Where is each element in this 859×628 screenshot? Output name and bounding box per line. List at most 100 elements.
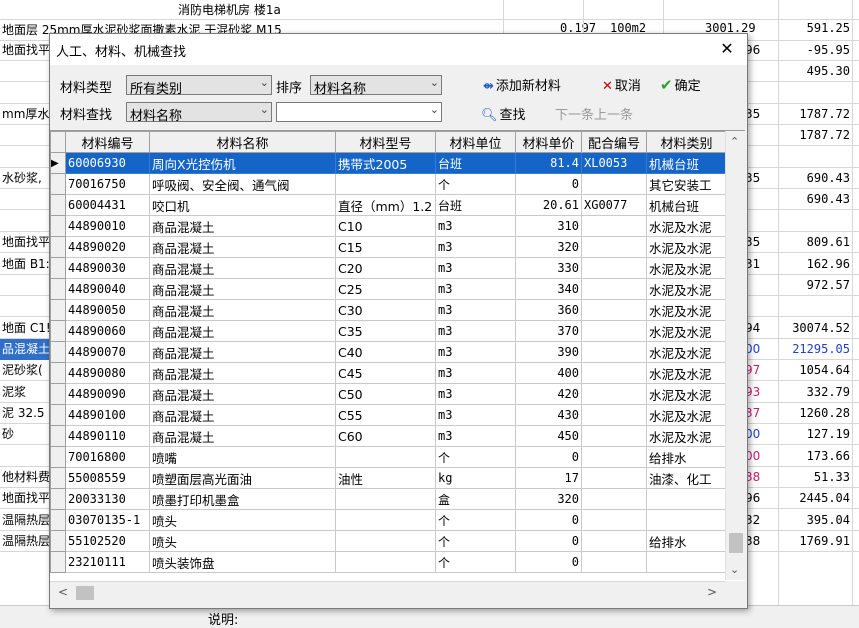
cell-price[interactable]: 420 — [515, 383, 582, 405]
cell-mix[interactable] — [581, 320, 647, 342]
vertical-scrollbar[interactable]: ⌃ ⌄ — [725, 131, 746, 580]
cell-mix[interactable] — [581, 236, 647, 258]
cell-price[interactable]: 0 — [515, 446, 582, 468]
col-header-price[interactable]: 材料单价 — [515, 131, 582, 153]
ok-button[interactable]: ✔ 确定 — [660, 75, 701, 94]
cell-price[interactable]: 330 — [515, 257, 582, 279]
cell-name[interactable]: 喷嘴 — [149, 446, 336, 468]
cell-category[interactable] — [646, 551, 727, 573]
cell-code[interactable]: 03070135-1 — [65, 509, 150, 531]
chevron-up-icon[interactable]: ⌃ — [730, 135, 739, 148]
table-row[interactable]: 44890050 商品混凝土 C30 m3 360 水泥及水泥 — [50, 299, 727, 321]
table-row[interactable]: 03070135-1 喷头 个 0 — [50, 509, 727, 531]
next-prev-button[interactable]: 下一条上一条 — [555, 104, 633, 123]
col-header-category[interactable]: 材料类别 — [646, 131, 727, 153]
cancel-button[interactable]: ✕ 取消 — [602, 75, 641, 94]
row-header[interactable] — [50, 320, 66, 342]
cell-code[interactable]: 44890040 — [65, 278, 150, 300]
chevron-left-icon[interactable]: < — [58, 585, 68, 599]
row-header[interactable] — [50, 551, 66, 573]
cell-unit[interactable]: m3 — [435, 236, 516, 258]
cell-name[interactable]: 喷头装饰盘 — [149, 551, 336, 573]
cell-mix[interactable] — [581, 425, 647, 447]
cell-name[interactable]: 商品混凝土 — [149, 404, 336, 426]
row-header[interactable] — [50, 236, 66, 258]
row-header[interactable] — [50, 530, 66, 552]
cell-unit[interactable]: m3 — [435, 425, 516, 447]
cell-name[interactable]: 商品混凝土 — [149, 299, 336, 321]
col-header-unit[interactable]: 材料单位 — [435, 131, 516, 153]
col-header-model[interactable]: 材料型号 — [335, 131, 436, 153]
cell-mix[interactable] — [581, 362, 647, 384]
row-header[interactable] — [50, 299, 66, 321]
table-row[interactable]: 44890040 商品混凝土 C25 m3 340 水泥及水泥 — [50, 278, 727, 300]
cell-price[interactable]: 20.61 — [515, 194, 582, 216]
cell-category[interactable] — [646, 509, 727, 531]
cell-category[interactable]: 水泥及水泥 — [646, 257, 727, 279]
cell-unit[interactable]: 台班 — [435, 152, 516, 174]
cell-name[interactable]: 商品混凝土 — [149, 362, 336, 384]
cell-mix[interactable]: XL0053 — [581, 152, 647, 174]
table-row[interactable]: ▶ 60006930 周向X光控伤机 携带式2005 台班 81.4 XL0053 机械台班 — [50, 152, 727, 174]
cell-model[interactable] — [335, 509, 436, 531]
cell-mix[interactable]: XG0077 — [581, 194, 647, 216]
cell-unit[interactable]: m3 — [435, 320, 516, 342]
cell-price[interactable]: 400 — [515, 362, 582, 384]
sort-select[interactable]: 材料名称 ⌄ — [310, 75, 442, 97]
cell-unit[interactable]: 个 — [435, 551, 516, 573]
table-row[interactable]: 44890020 商品混凝土 C15 m3 320 水泥及水泥 — [50, 236, 727, 258]
cell-code[interactable]: 44890070 — [65, 341, 150, 363]
row-header[interactable] — [50, 362, 66, 384]
row-header[interactable] — [50, 404, 66, 426]
col-header-code[interactable]: 材料编号 — [65, 131, 150, 153]
cell-model[interactable] — [335, 488, 436, 510]
row-header[interactable] — [50, 173, 66, 195]
cell-mix[interactable] — [581, 488, 647, 510]
cell-price[interactable]: 450 — [515, 425, 582, 447]
cell-mix[interactable] — [581, 530, 647, 552]
horizontal-scrollbar[interactable]: < > — [50, 581, 725, 604]
cell-code[interactable]: 20033130 — [65, 488, 150, 510]
cell-price[interactable]: 390 — [515, 341, 582, 363]
scrollbar-thumb[interactable] — [729, 533, 743, 553]
cell-model[interactable] — [335, 551, 436, 573]
cell-category[interactable]: 水泥及水泥 — [646, 236, 727, 258]
cell-model[interactable]: C60 — [335, 425, 436, 447]
cell-unit[interactable]: m3 — [435, 362, 516, 384]
row-header[interactable] — [50, 194, 66, 216]
scrollbar-thumb[interactable] — [76, 586, 94, 600]
table-row[interactable]: 44890060 商品混凝土 C35 m3 370 水泥及水泥 — [50, 320, 727, 342]
cell-name[interactable]: 商品混凝土 — [149, 341, 336, 363]
cell-model[interactable]: C35 — [335, 320, 436, 342]
cell-code[interactable]: 55008559 — [65, 467, 150, 489]
cell-code[interactable]: 60004431 — [65, 194, 150, 216]
cell-price[interactable]: 370 — [515, 320, 582, 342]
cell-mix[interactable] — [581, 341, 647, 363]
cell-unit[interactable]: 个 — [435, 446, 516, 468]
cell-category[interactable]: 水泥及水泥 — [646, 425, 727, 447]
table-row[interactable]: 44890080 商品混凝土 C45 m3 400 水泥及水泥 — [50, 362, 727, 384]
cell-price[interactable]: 340 — [515, 278, 582, 300]
cell-unit[interactable]: kg — [435, 467, 516, 489]
cell-category[interactable]: 水泥及水泥 — [646, 362, 727, 384]
cell-model[interactable]: C50 — [335, 383, 436, 405]
cell-price[interactable]: 0 — [515, 551, 582, 573]
table-row[interactable]: 44890010 商品混凝土 C10 m3 310 水泥及水泥 — [50, 215, 727, 237]
cell-unit[interactable]: 台班 — [435, 194, 516, 216]
cell-name[interactable]: 呼吸阀、安全阀、通气阀 — [149, 173, 336, 195]
cell-name[interactable]: 商品混凝土 — [149, 215, 336, 237]
cell-unit[interactable]: m3 — [435, 257, 516, 279]
cell-model[interactable]: C10 — [335, 215, 436, 237]
cell-price[interactable]: 320 — [515, 488, 582, 510]
cell-name[interactable]: 商品混凝土 — [149, 425, 336, 447]
cell-unit[interactable]: m3 — [435, 341, 516, 363]
cell-model[interactable]: C45 — [335, 362, 436, 384]
table-row[interactable]: 70016800 喷嘴 个 0 给排水 — [50, 446, 727, 468]
cell-code[interactable]: 70016800 — [65, 446, 150, 468]
cell-category[interactable] — [646, 488, 727, 510]
cell-code[interactable]: 44890090 — [65, 383, 150, 405]
cell-name[interactable]: 喷头 — [149, 530, 336, 552]
cell-category[interactable]: 水泥及水泥 — [646, 215, 727, 237]
cell-category[interactable]: 机械台班 — [646, 152, 727, 174]
cell-code[interactable]: 44890080 — [65, 362, 150, 384]
